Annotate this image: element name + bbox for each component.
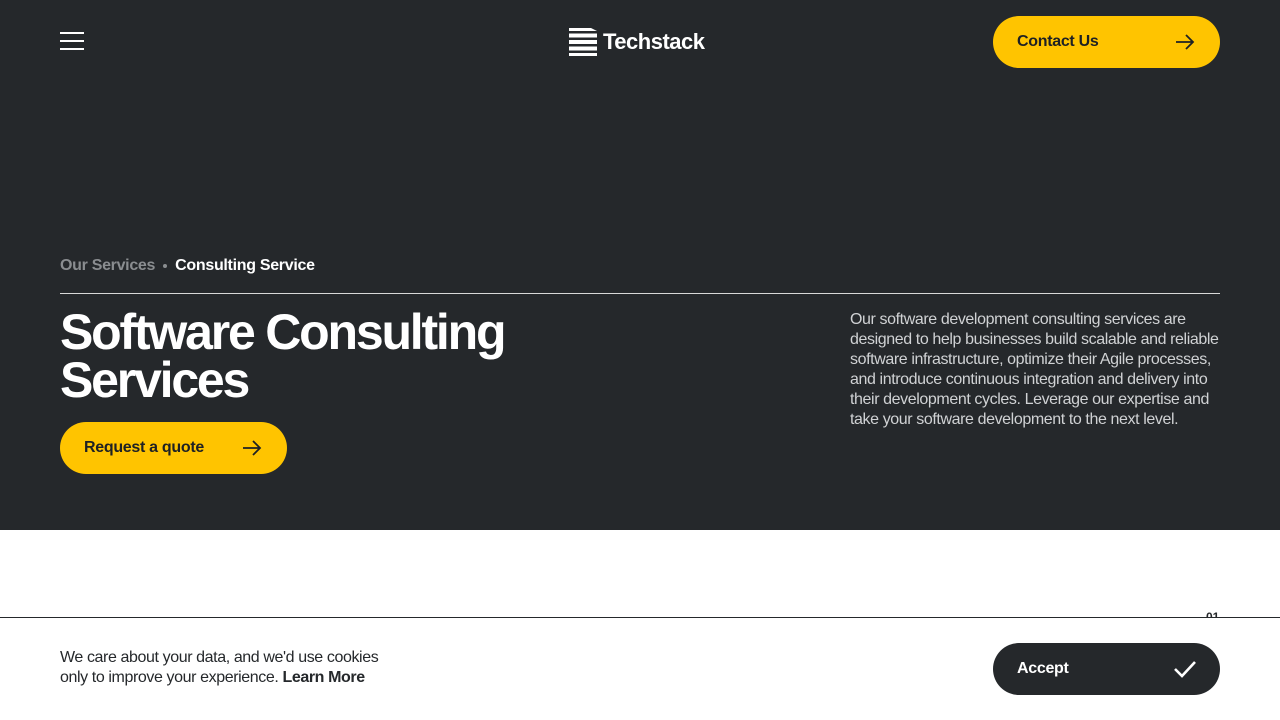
contact-us-button[interactable]: Contact Us [993, 16, 1220, 68]
logo-text: Techstack [603, 29, 705, 54]
menu-line [60, 48, 84, 50]
request-quote-button[interactable]: Request a quote [60, 422, 287, 474]
accept-cookies-button[interactable]: Accept [993, 643, 1220, 695]
breadcrumb: Our Services Consulting Service [60, 257, 315, 275]
arrow-right-icon [243, 440, 262, 456]
techstack-logo[interactable]: Techstack [569, 27, 705, 57]
hero-divider [60, 293, 1220, 294]
logo-mark-icon [569, 28, 597, 56]
breadcrumb-current: Consulting Service [175, 257, 315, 274]
page-title: Software Consulting Services [60, 304, 507, 408]
breadcrumb-link-our-services[interactable]: Our Services [60, 257, 155, 275]
accept-label: Accept [1017, 660, 1069, 677]
arrow-right-icon [1176, 34, 1195, 50]
cookie-message: We care about your data, and we'd use co… [60, 648, 400, 688]
menu-line [60, 32, 84, 34]
checkmark-icon [1174, 661, 1196, 678]
menu-line [60, 40, 84, 42]
request-quote-label: Request a quote [84, 439, 204, 456]
contact-us-label: Contact Us [1017, 33, 1099, 50]
breadcrumb-separator [163, 264, 168, 268]
hamburger-menu-icon[interactable] [60, 32, 84, 52]
hero-section: Techstack Contact Us Our Services Consul… [0, 0, 1280, 530]
learn-more-link[interactable]: Learn More [282, 669, 365, 686]
hero-description: Our software development consulting serv… [850, 311, 1219, 428]
